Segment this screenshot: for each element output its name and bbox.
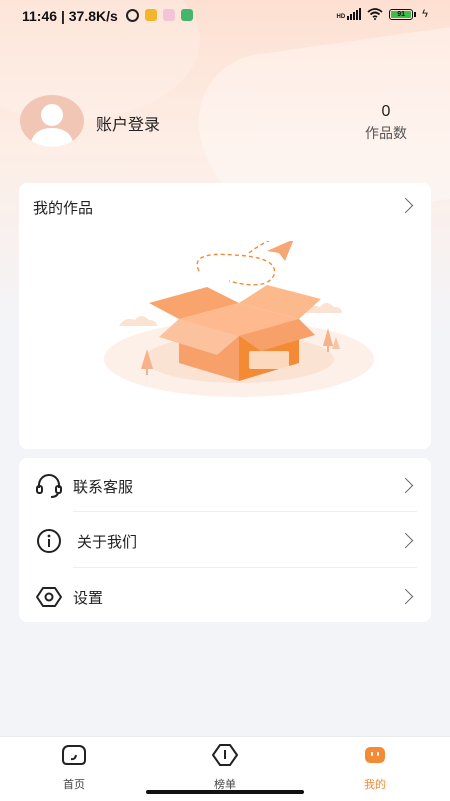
charging-icon: ϟ bbox=[422, 8, 428, 20]
cellular-signal-icon: HD bbox=[337, 8, 362, 20]
alarm-icon bbox=[126, 9, 139, 22]
battery-icon: 91 bbox=[389, 8, 417, 20]
app-notification-icon bbox=[163, 9, 175, 21]
menu-item-settings[interactable]: 设置 bbox=[19, 569, 431, 625]
works-count-value: 0 bbox=[381, 103, 391, 120]
app-notification-icon bbox=[181, 9, 193, 21]
empty-box-icon bbox=[104, 241, 374, 397]
folder-app-icon bbox=[145, 9, 157, 21]
mine-icon bbox=[365, 747, 385, 763]
chevron-right-icon bbox=[397, 477, 414, 494]
chevron-right-icon bbox=[397, 588, 414, 605]
settings-hex-icon bbox=[36, 587, 62, 607]
menu-item-about-us[interactable]: 关于我们 bbox=[19, 513, 431, 569]
nav-home[interactable]: 首页 bbox=[34, 743, 114, 792]
menu-item-label: 关于我们 bbox=[77, 534, 138, 551]
headset-icon bbox=[36, 474, 62, 498]
nav-label: 首页 bbox=[63, 779, 85, 791]
nav-label: 我的 bbox=[364, 779, 386, 791]
divider bbox=[73, 511, 417, 512]
works-count-label: 作品数 bbox=[365, 125, 407, 141]
my-works-title: 我的作品 bbox=[33, 200, 94, 217]
nav-mine[interactable]: 我的 bbox=[335, 743, 415, 792]
my-works-card[interactable]: 我的作品 bbox=[19, 183, 431, 449]
wifi-icon bbox=[367, 8, 383, 20]
profile-section: 账户登录 0 作品数 bbox=[20, 95, 432, 151]
status-bar: 11:46 | 37.8K/s HD 91 ϟ bbox=[0, 0, 450, 32]
login-link[interactable]: 账户登录 bbox=[96, 111, 160, 135]
chevron-right-icon bbox=[397, 532, 414, 549]
menu-item-contact-service[interactable]: 联系客服 bbox=[19, 458, 431, 514]
menu-card: 联系客服 关于我们 设置 bbox=[19, 458, 431, 622]
menu-item-label: 联系客服 bbox=[73, 479, 134, 496]
home-icon bbox=[62, 745, 86, 765]
status-notification-icons bbox=[126, 9, 193, 22]
rank-icon bbox=[212, 744, 238, 766]
divider bbox=[73, 567, 417, 568]
status-time: 11:46 | 37.8K/s bbox=[22, 8, 118, 24]
avatar[interactable] bbox=[20, 95, 84, 147]
home-indicator[interactable] bbox=[146, 790, 304, 794]
nav-rank[interactable]: 榜单 bbox=[185, 743, 265, 792]
info-icon bbox=[37, 529, 61, 553]
menu-item-label: 设置 bbox=[73, 590, 104, 607]
works-count[interactable]: 0 作品数 bbox=[356, 103, 416, 143]
chevron-right-icon bbox=[397, 197, 414, 214]
status-right-icons: HD 91 ϟ bbox=[337, 8, 428, 20]
